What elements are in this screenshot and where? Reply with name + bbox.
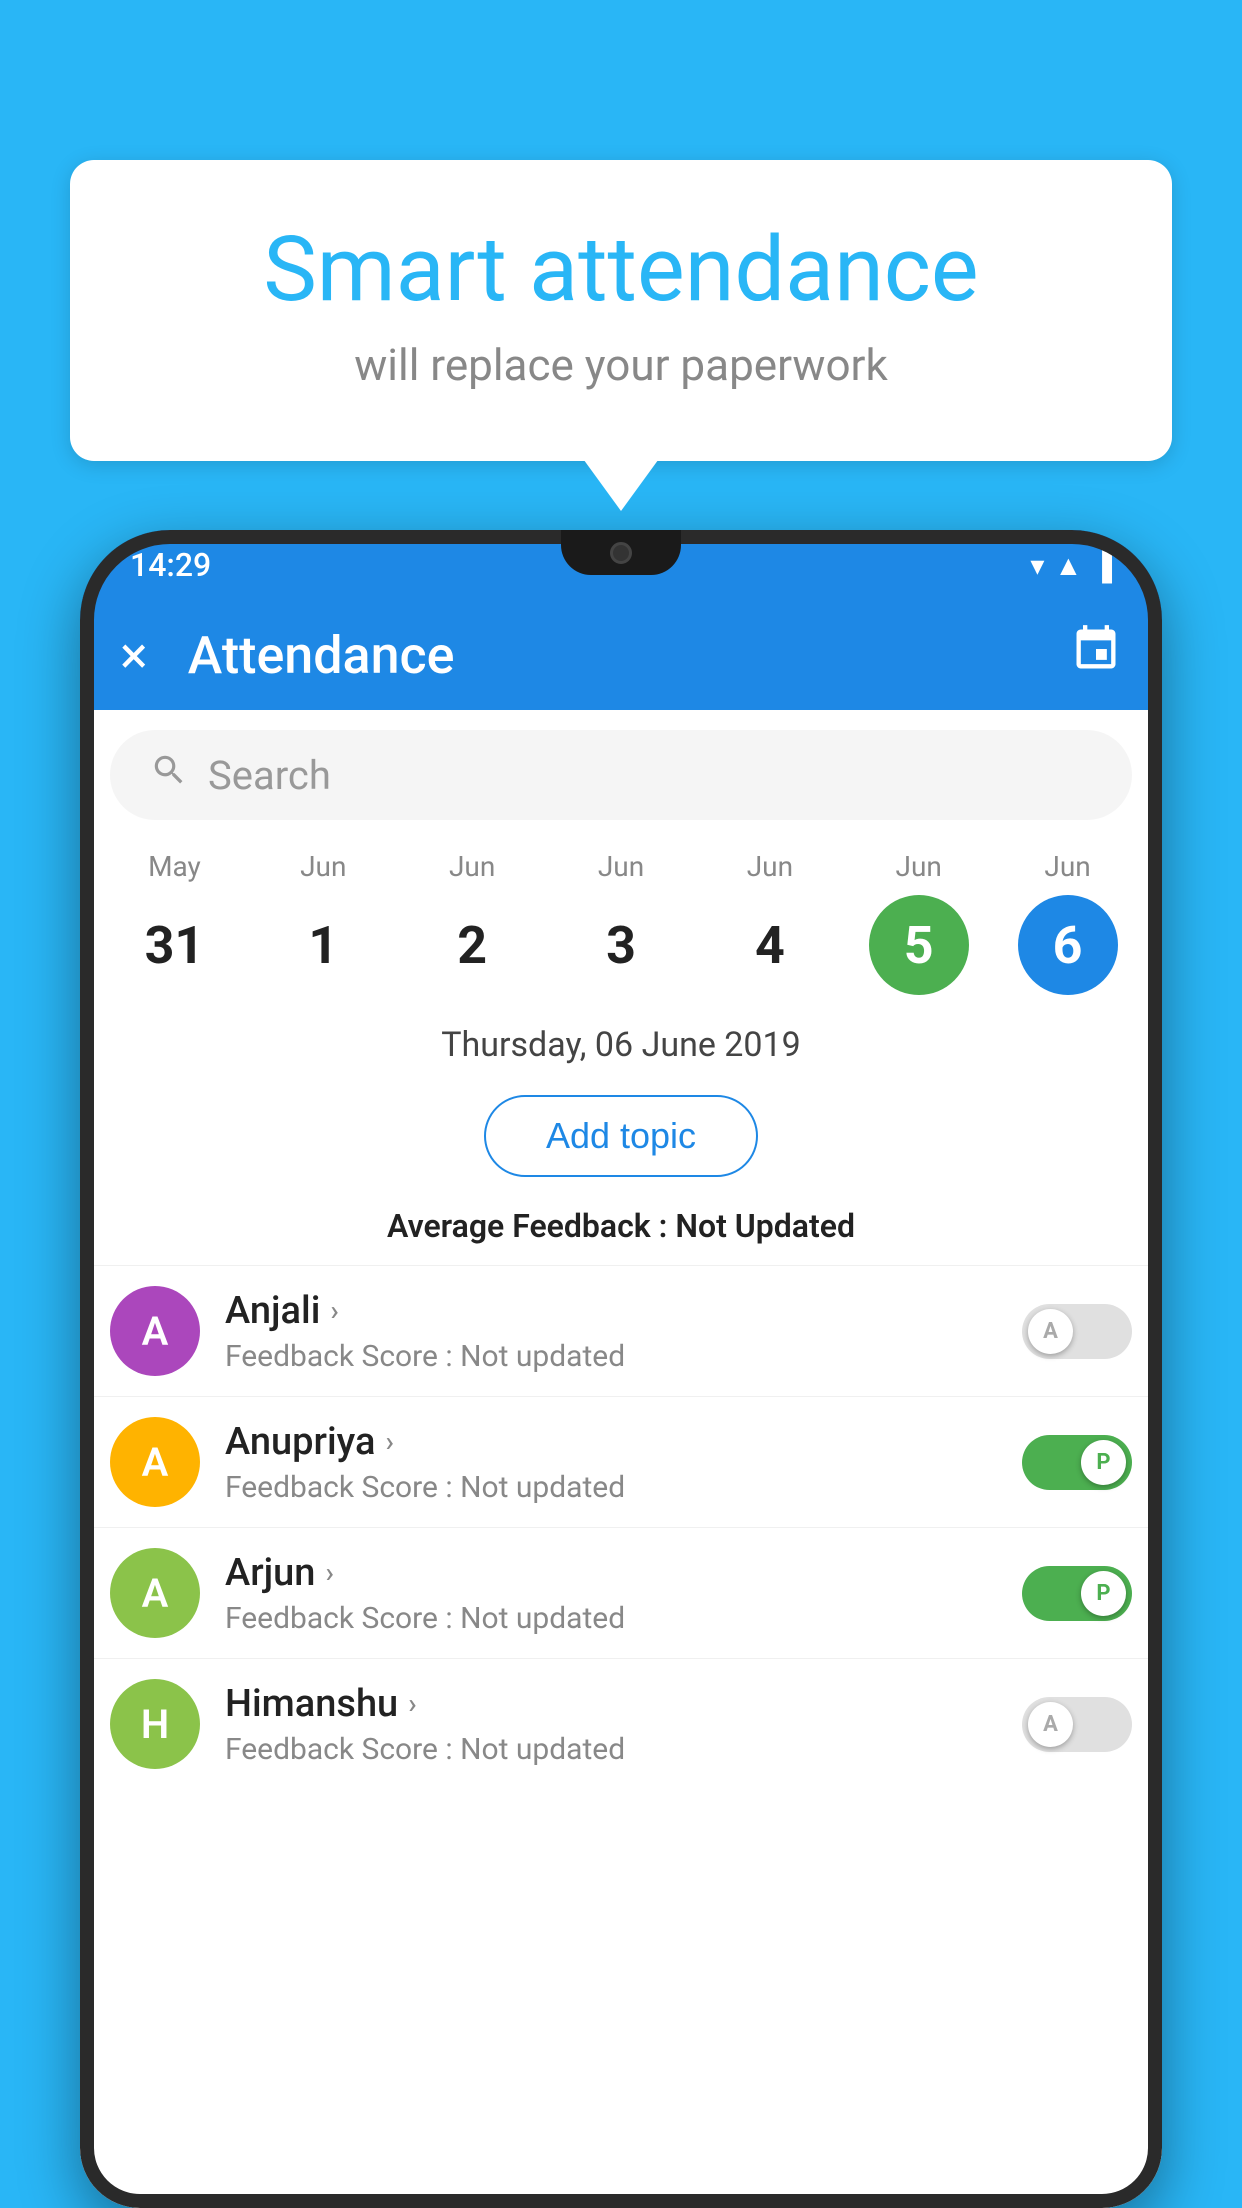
calendar-strip: May 31 Jun 1 Jun 2 Jun 3 Jun 4 Jun 5 Jun 6 — [80, 840, 1162, 1015]
calendar-day-2[interactable]: Jun 2 — [398, 850, 547, 995]
feedback-score-3: Feedback Score : Not updated — [225, 1732, 997, 1767]
toggle-knob-0: A — [1028, 1309, 1073, 1354]
student-avatar-0: A — [110, 1286, 200, 1376]
student-item-2[interactable]: A Arjun › Feedback Score : Not updated P — [80, 1527, 1162, 1658]
cal-date-4: 4 — [720, 895, 820, 995]
calendar-day-6[interactable]: Jun 6 — [993, 850, 1142, 995]
cal-month-2: Jun — [449, 850, 495, 883]
calendar-day-3[interactable]: Jun 3 — [547, 850, 696, 995]
feedback-score-0: Feedback Score : Not updated — [225, 1339, 997, 1374]
feedback-avg-label: Average Feedback : — [387, 1207, 675, 1245]
chevron-icon-1: › — [385, 1425, 393, 1458]
wifi-icon: ▾ — [1030, 549, 1044, 582]
speech-bubble-container: Smart attendance will replace your paper… — [70, 160, 1172, 461]
calendar-day-0[interactable]: May 31 — [100, 850, 249, 995]
cal-date-5: 5 — [869, 895, 969, 995]
close-button[interactable]: × — [120, 625, 148, 686]
student-info-2: Arjun › Feedback Score : Not updated — [225, 1551, 997, 1636]
battery-icon: ▐ — [1092, 549, 1112, 582]
student-avatar-3: H — [110, 1679, 200, 1769]
toggle-wrap-3[interactable]: A — [1022, 1697, 1132, 1752]
student-info-0: Anjali › Feedback Score : Not updated — [225, 1289, 997, 1374]
phone-frame: 14:29 ▾ ▲ ▐ × Attendance Search — [80, 530, 1162, 2208]
search-icon — [150, 751, 188, 799]
selected-date-label: Thursday, 06 June 2019 — [80, 1015, 1162, 1075]
calendar-day-1[interactable]: Jun 1 — [249, 850, 398, 995]
toggle-wrap-0[interactable]: A — [1022, 1304, 1132, 1359]
toggle-knob-3: A — [1028, 1702, 1073, 1747]
attendance-toggle-2[interactable]: P — [1022, 1566, 1132, 1621]
add-topic-button[interactable]: Add topic — [484, 1095, 758, 1177]
chevron-icon-0: › — [330, 1294, 338, 1327]
bubble-subtitle: will replace your paperwork — [150, 339, 1092, 391]
calendar-day-4[interactable]: Jun 4 — [695, 850, 844, 995]
attendance-toggle-3[interactable]: A — [1022, 1697, 1132, 1752]
toggle-knob-1: P — [1081, 1440, 1126, 1485]
cal-month-3: Jun — [598, 850, 644, 883]
toggle-knob-2: P — [1081, 1571, 1126, 1616]
status-icons: ▾ ▲ ▐ — [1030, 549, 1112, 582]
cal-month-0: May — [148, 850, 201, 883]
attendance-toggle-1[interactable]: P — [1022, 1435, 1132, 1490]
cal-date-1: 1 — [273, 895, 373, 995]
student-avatar-2: A — [110, 1548, 200, 1638]
attendance-toggle-0[interactable]: A — [1022, 1304, 1132, 1359]
status-time: 14:29 — [130, 546, 211, 584]
student-avatar-1: A — [110, 1417, 200, 1507]
student-name-0: Anjali › — [225, 1289, 997, 1333]
feedback-avg-value: Not Updated — [675, 1207, 855, 1245]
student-name-1: Anupriya › — [225, 1420, 997, 1464]
cal-month-4: Jun — [747, 850, 793, 883]
cal-date-3: 3 — [571, 895, 671, 995]
average-feedback: Average Feedback : Not Updated — [80, 1207, 1162, 1265]
feedback-score-1: Feedback Score : Not updated — [225, 1470, 997, 1505]
cal-date-2: 2 — [422, 895, 522, 995]
search-bar[interactable]: Search — [110, 730, 1132, 820]
signal-icon: ▲ — [1054, 549, 1082, 582]
feedback-score-2: Feedback Score : Not updated — [225, 1601, 997, 1636]
speech-bubble: Smart attendance will replace your paper… — [70, 160, 1172, 461]
search-placeholder: Search — [208, 752, 331, 799]
cal-date-0: 31 — [124, 895, 224, 995]
calendar-button[interactable] — [1070, 623, 1122, 688]
student-info-3: Himanshu › Feedback Score : Not updated — [225, 1682, 997, 1767]
phone-content: Search May 31 Jun 1 Jun 2 Jun 3 Jun 4 Jun 5 Jun 6 Thu… — [80, 710, 1162, 2208]
toggle-wrap-2[interactable]: P — [1022, 1566, 1132, 1621]
cal-month-6: Jun — [1044, 850, 1090, 883]
student-list: AAnjali ›Feedback Score : Not updatedAAA… — [80, 1265, 1162, 2208]
front-camera — [610, 542, 632, 564]
cal-date-6: 6 — [1018, 895, 1118, 995]
app-bar: × Attendance — [80, 600, 1162, 710]
student-info-1: Anupriya › Feedback Score : Not updated — [225, 1420, 997, 1505]
chevron-icon-2: › — [325, 1556, 333, 1589]
student-item-0[interactable]: A Anjali › Feedback Score : Not updated A — [80, 1265, 1162, 1396]
calendar-day-5[interactable]: Jun 5 — [844, 850, 993, 995]
student-item-1[interactable]: A Anupriya › Feedback Score : Not updated P — [80, 1396, 1162, 1527]
bubble-title: Smart attendance — [150, 220, 1092, 319]
toggle-wrap-1[interactable]: P — [1022, 1435, 1132, 1490]
student-name-2: Arjun › — [225, 1551, 997, 1595]
chevron-icon-3: › — [408, 1687, 416, 1720]
app-bar-title: Attendance — [188, 625, 1030, 686]
cal-month-5: Jun — [896, 850, 942, 883]
student-name-3: Himanshu › — [225, 1682, 997, 1726]
student-item-3[interactable]: H Himanshu › Feedback Score : Not updated A — [80, 1658, 1162, 1789]
phone-notch — [561, 530, 681, 575]
cal-month-1: Jun — [300, 850, 346, 883]
